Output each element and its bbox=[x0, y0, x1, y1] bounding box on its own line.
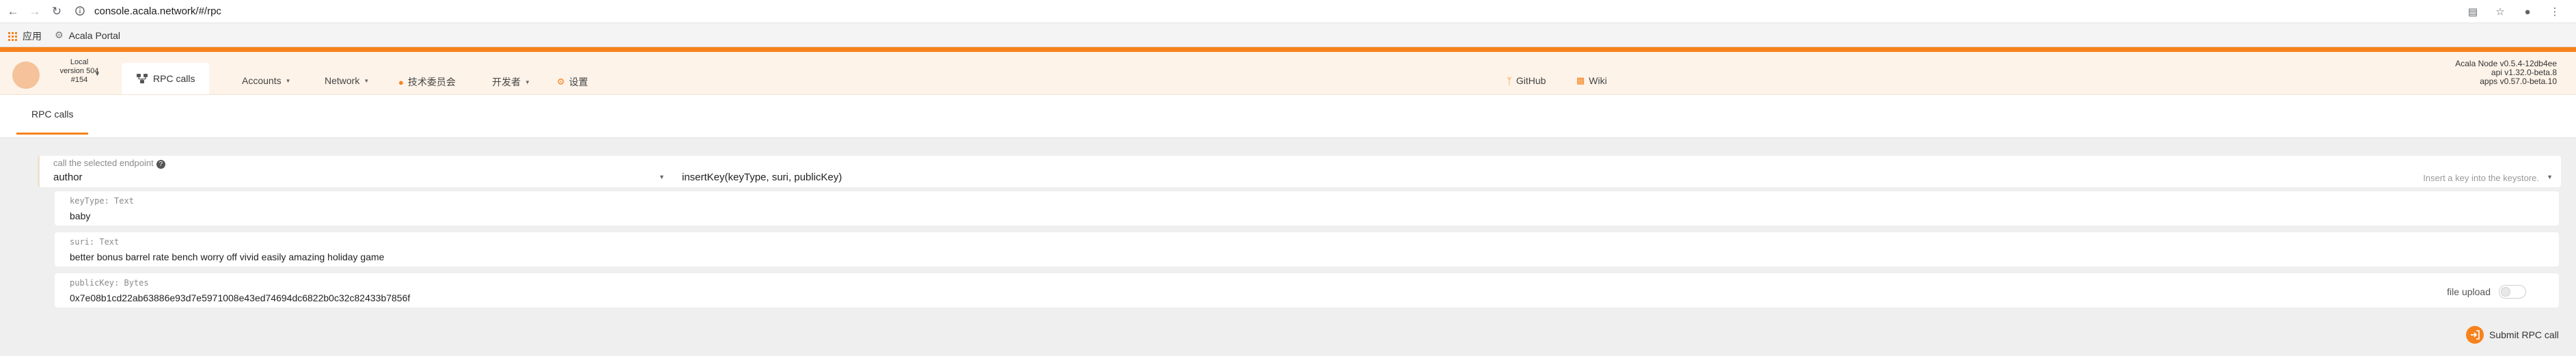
sign-in-icon bbox=[2466, 326, 2484, 344]
apps-grid-icon bbox=[8, 31, 17, 41]
link-wiki[interactable]: ▩ Wiki bbox=[1576, 75, 1607, 86]
menu-tech-committee[interactable]: ● 技术委员会 bbox=[398, 75, 456, 89]
tab-rpc-calls[interactable]: RPC calls bbox=[122, 63, 209, 94]
book-icon: ▩ bbox=[1576, 75, 1585, 85]
file-upload-label: file upload bbox=[2447, 286, 2491, 297]
back-icon[interactable]: ← bbox=[5, 4, 20, 19]
chain-version: version 504 bbox=[59, 67, 99, 75]
forward-icon[interactable]: → bbox=[27, 4, 42, 19]
network-icon bbox=[137, 74, 148, 83]
node-info: Acala Node v0.5.4-12db4ee api v1.32.0-be… bbox=[2455, 59, 2557, 86]
endpoint-label-text: call the selected endpoint bbox=[53, 158, 154, 168]
reload-icon[interactable]: ↻ bbox=[49, 4, 64, 19]
section-dropdown[interactable]: author bbox=[53, 172, 83, 183]
toggle-knob bbox=[2501, 287, 2510, 297]
help-icon[interactable]: ? bbox=[156, 160, 165, 169]
param-label: publicKey: Bytes bbox=[70, 278, 149, 288]
subtab-rpc-calls[interactable]: RPC calls bbox=[16, 95, 89, 135]
chevron-down-icon: ▼ bbox=[285, 77, 291, 84]
bookmark-label: Acala Portal bbox=[68, 29, 121, 41]
star-icon[interactable]: ☆ bbox=[2493, 4, 2508, 19]
submit-label: Submit RPC call bbox=[2489, 329, 2559, 340]
tab-label: RPC calls bbox=[153, 73, 195, 84]
chevron-down-icon[interactable]: ▼ bbox=[2547, 174, 2553, 180]
accent-bar bbox=[0, 47, 2576, 52]
chevron-down-icon[interactable]: ▼ bbox=[94, 70, 100, 77]
account-icon[interactable]: ● bbox=[2520, 4, 2535, 19]
menu-label: 开发者 bbox=[492, 77, 521, 87]
translate-icon[interactable]: ▤ bbox=[2465, 4, 2480, 19]
param-keytype[interactable]: keyType: Text baby bbox=[55, 191, 2559, 225]
submit-rpc-button[interactable]: Submit RPC call bbox=[2466, 325, 2559, 345]
toggle-switch[interactable] bbox=[2499, 285, 2526, 299]
link-label: GitHub bbox=[1516, 75, 1546, 86]
param-publickey[interactable]: publicKey: Bytes 0x7e08b1cd22ab63886e93d… bbox=[55, 273, 2559, 307]
menu-accounts[interactable]: Accounts ▼ bbox=[242, 75, 291, 86]
endpoint-label: call the selected endpoint? bbox=[53, 158, 165, 169]
bookmark-acala-portal[interactable]: ⚙ Acala Portal bbox=[55, 29, 120, 41]
chain-logo[interactable] bbox=[12, 61, 40, 89]
link-label: Wiki bbox=[1589, 75, 1607, 86]
browser-toolbar: ← → ↻ console.acala.network/#/rpc ▤ ☆ ● … bbox=[0, 0, 2576, 23]
chain-block: #154 bbox=[70, 76, 88, 84]
code-branch-icon: ᛉ bbox=[1507, 75, 1512, 86]
method-description: Insert a key into the keystore. bbox=[2423, 173, 2539, 183]
coin-icon: ● bbox=[398, 77, 404, 87]
param-suri[interactable]: suri: Text better bonus barrel rate benc… bbox=[55, 232, 2559, 266]
method-dropdown[interactable]: insertKey(keyType, suri, publicKey) bbox=[682, 172, 842, 183]
param-label: suri: Text bbox=[70, 237, 120, 247]
param-input[interactable]: better bonus barrel rate bench worry off… bbox=[70, 251, 384, 262]
apps-version: apps v0.57.0-beta.10 bbox=[2480, 77, 2557, 86]
chevron-down-icon[interactable]: ▼ bbox=[659, 174, 665, 180]
chain-name: Local bbox=[70, 58, 89, 66]
bookmark-label: 应用 bbox=[23, 31, 42, 42]
bookmark-apps[interactable]: 应用 bbox=[8, 29, 42, 43]
file-upload-toggle[interactable]: file upload bbox=[2447, 285, 2526, 299]
chevron-down-icon: ▼ bbox=[364, 77, 370, 84]
chevron-down-icon: ▼ bbox=[525, 79, 530, 85]
gear-icon: ⚙ bbox=[55, 29, 64, 40]
app-header: Local version 504 #154 ▼ RPC calls Accou… bbox=[0, 52, 2576, 95]
param-label: keyType: Text bbox=[70, 196, 134, 206]
address-bar[interactable]: console.acala.network/#/rpc bbox=[94, 5, 221, 17]
menu-settings[interactable]: ⚙ 设置 bbox=[557, 75, 588, 89]
menu-label: Network bbox=[325, 75, 360, 86]
menu-network[interactable]: Network ▼ bbox=[325, 75, 369, 86]
info-icon[interactable] bbox=[75, 5, 85, 16]
sub-navigation: RPC calls bbox=[0, 95, 2576, 138]
param-input[interactable]: 0x7e08b1cd22ab63886e93d7e5971008e43ed746… bbox=[70, 292, 410, 303]
chain-selector[interactable]: Local version 504 #154 bbox=[41, 58, 118, 85]
endpoint-selector: call the selected endpoint? author ▼ ins… bbox=[38, 156, 2561, 187]
menu-label: Accounts bbox=[242, 75, 282, 86]
more-menu-icon[interactable]: ⋮ bbox=[2547, 4, 2562, 19]
menu-label: 设置 bbox=[568, 77, 588, 87]
menu-developer[interactable]: 开发者 ▼ bbox=[492, 75, 530, 89]
gear-icon: ⚙ bbox=[557, 77, 565, 87]
bookmarks-bar: 应用 ⚙ Acala Portal bbox=[0, 23, 2576, 47]
param-input[interactable]: baby bbox=[70, 210, 90, 221]
link-github[interactable]: ᛉ GitHub bbox=[1507, 75, 1546, 86]
menu-label: 技术委员会 bbox=[407, 77, 456, 87]
